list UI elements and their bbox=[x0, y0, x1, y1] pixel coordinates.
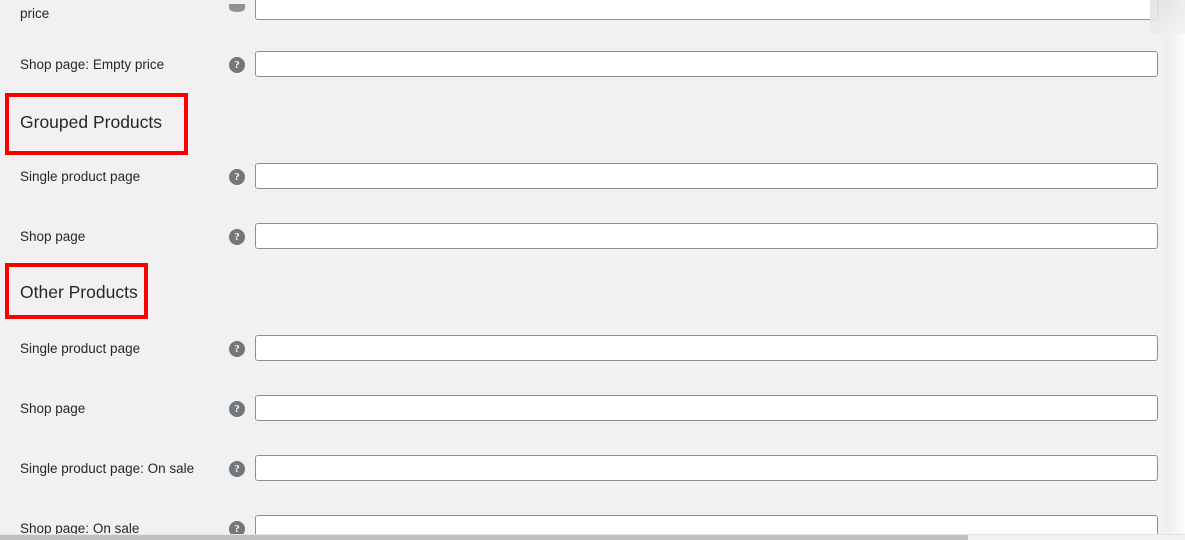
help-icon[interactable]: ? bbox=[229, 401, 245, 417]
settings-screen: price ? Shop page: Empty price ? Grouped… bbox=[0, 0, 1185, 540]
form-row-other-shop-page-on-sale: Shop page: On sale ? bbox=[0, 515, 1166, 534]
horizontal-scrollbar[interactable] bbox=[0, 534, 1185, 540]
form-row-price-truncated: price ? bbox=[0, 0, 1166, 48]
row-label-other-shop-page-on-sale: Shop page: On sale bbox=[20, 521, 140, 534]
page-top-right-fade bbox=[1150, 0, 1185, 34]
input-grouped-shop-page[interactable] bbox=[255, 223, 1158, 249]
horizontal-scrollbar-thumb[interactable] bbox=[0, 535, 968, 540]
form-row-grouped-single-product-page: Single product page ? bbox=[0, 163, 1166, 199]
form-row-other-shop-page: Shop page ? bbox=[0, 395, 1166, 431]
input-price-truncated[interactable] bbox=[255, 0, 1158, 20]
row-label-grouped-shop-page: Shop page bbox=[20, 229, 86, 244]
section-heading-grouped-products: Grouped Products bbox=[20, 112, 163, 132]
form-row-shop-page-empty-price: Shop page: Empty price ? bbox=[0, 51, 1166, 87]
row-label-price: price bbox=[20, 6, 50, 21]
product-price-settings-form: price ? Shop page: Empty price ? Grouped… bbox=[0, 0, 1166, 534]
form-row-other-single-product-page-on-sale: Single product page: On sale ? bbox=[0, 455, 1166, 491]
input-other-shop-page[interactable] bbox=[255, 395, 1158, 421]
page-right-edge bbox=[1166, 0, 1185, 534]
form-row-grouped-shop-page: Shop page ? bbox=[0, 223, 1166, 259]
help-icon[interactable]: ? bbox=[229, 4, 245, 12]
help-icon[interactable]: ? bbox=[229, 341, 245, 357]
input-grouped-single-product-page[interactable] bbox=[255, 163, 1158, 189]
row-label-shop-page-empty-price: Shop page: Empty price bbox=[20, 57, 165, 72]
form-row-other-single-product-page: Single product page ? bbox=[0, 335, 1166, 371]
section-heading-other-products: Other Products bbox=[20, 282, 138, 302]
input-other-single-product-page-on-sale[interactable] bbox=[255, 455, 1158, 481]
input-shop-page-empty-price[interactable] bbox=[255, 51, 1158, 77]
help-icon[interactable]: ? bbox=[229, 57, 245, 73]
row-label-grouped-single-product-page: Single product page bbox=[20, 169, 141, 184]
input-other-single-product-page[interactable] bbox=[255, 335, 1158, 361]
row-label-other-shop-page: Shop page bbox=[20, 401, 86, 416]
help-icon[interactable]: ? bbox=[229, 229, 245, 245]
help-icon[interactable]: ? bbox=[229, 169, 245, 185]
help-icon[interactable]: ? bbox=[229, 461, 245, 477]
row-label-other-single-product-page-on-sale: Single product page: On sale bbox=[20, 461, 195, 476]
row-label-other-single-product-page: Single product page bbox=[20, 341, 141, 356]
help-icon[interactable]: ? bbox=[229, 521, 245, 534]
input-other-shop-page-on-sale[interactable] bbox=[255, 515, 1158, 534]
